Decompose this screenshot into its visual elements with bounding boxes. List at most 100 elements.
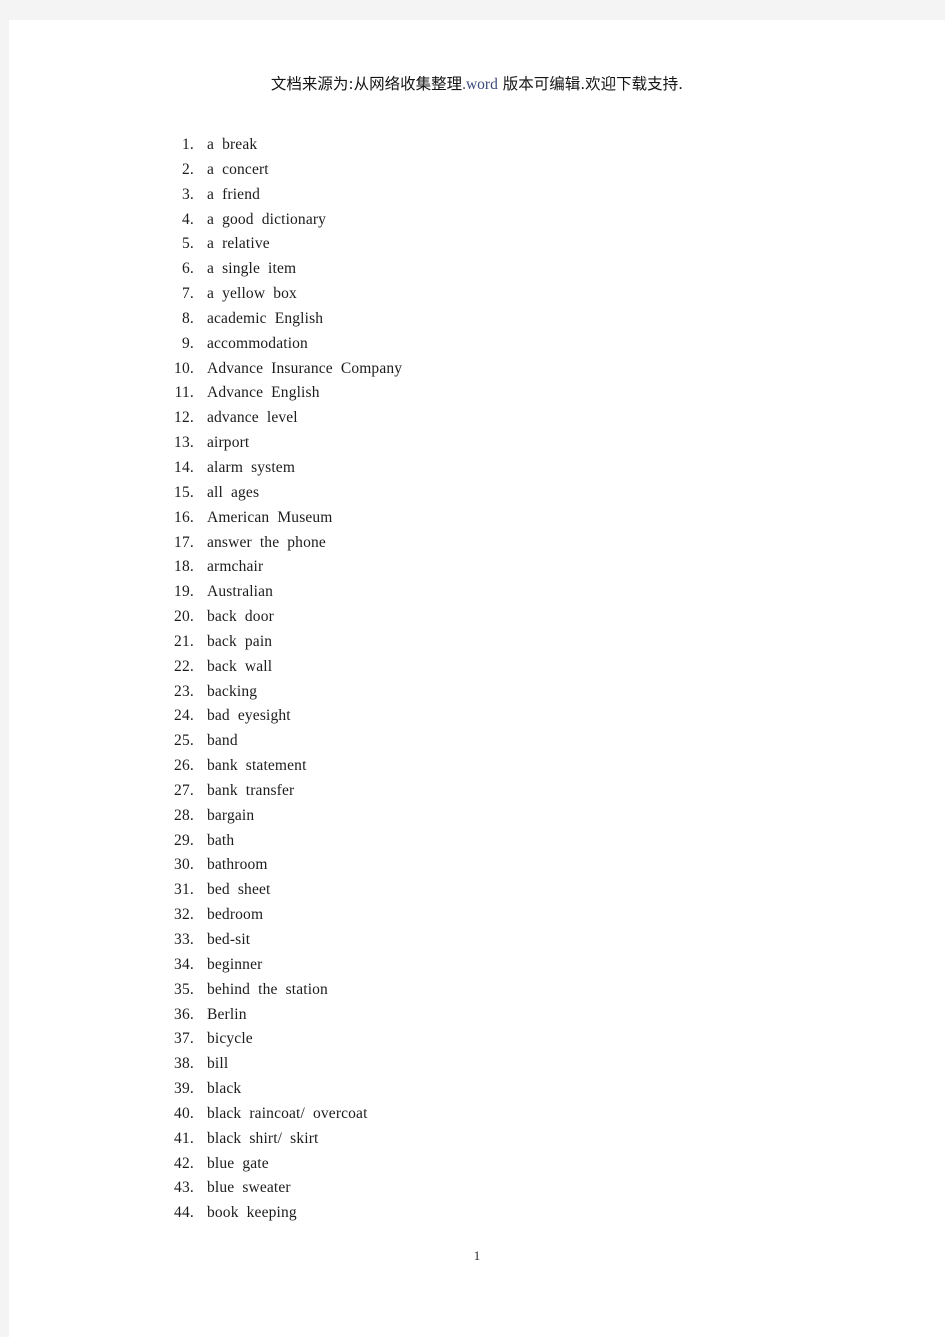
list-item: 10. Advance Insurance Company [9,360,945,385]
list-item-text: answer the phone [207,533,326,551]
list-item-text: bedroom [207,906,264,924]
list-item: 4. a good dictionary [9,211,945,236]
list-item-number: 8. [181,309,194,327]
list-item-number: 40. [174,1104,194,1122]
list-item: 1. a break [9,136,945,161]
list-item: 12. advance level [9,409,945,434]
list-item-text: blue gate [207,1154,269,1172]
list-item-number: 2. [181,160,194,178]
document-page: 文档来源为:从网络收集整理.word 版本可编辑.欢迎下载支持. 1. a bre… [9,20,945,1337]
list-item-text: back door [207,608,274,626]
list-item: 31. bed sheet [9,881,945,906]
list-item: 7. a yellow box [9,285,945,310]
list-item-number: 36. [174,1005,194,1023]
list-item: 17. answer the phone [9,534,945,559]
list-item: 22. back wall [9,658,945,683]
list-item-text: Advance English [207,384,320,402]
list-item-number: 7. [181,285,194,303]
list-item-text: band [207,732,238,750]
list-item: 37. bicycle [9,1030,945,1055]
list-item-number: 14. [174,458,194,476]
list-item-number: 23. [174,682,194,700]
list-item-number: 28. [174,806,194,824]
list-item-text: bank statement [207,757,307,775]
source-notice-chinese: 文档来源为:从网络收集整理 [270,75,463,93]
list-item-number: 29. [174,831,194,849]
list-item-number: 30. [174,856,194,874]
source-notice-banner: 文档来源为:从网络收集整理.word 版本可编辑.欢迎下载支持. [9,74,945,95]
list-item: 30. bathroom [9,856,945,881]
list-item-text: academic English [207,309,324,327]
list-item-number: 9. [181,334,194,352]
list-item: 18. armchair [9,558,945,583]
list-item: 43. blue sweater [9,1179,945,1204]
list-item-number: 3. [181,185,194,203]
list-item-text: back wall [207,657,273,675]
list-item-number: 16. [174,508,194,526]
list-item-number: 27. [174,781,194,799]
list-item: 26. bank statement [9,757,945,782]
vocabulary-list: 1. a break 2. a concert 3. a friend 4. a good d… [9,136,945,1229]
list-item-text: a relative [207,235,270,253]
list-item-number: 25. [174,732,194,750]
list-item-number: 17. [174,533,194,551]
list-item-number: 26. [174,757,194,775]
list-item-number: 43. [174,1179,194,1197]
list-item-number: 37. [174,1030,194,1048]
list-item-text: Australian [207,583,274,601]
list-item-number: 31. [174,881,194,899]
list-item-number: 32. [174,906,194,924]
list-item: 44. book keeping [9,1204,945,1229]
list-item-number: 41. [174,1129,194,1147]
list-item: 25. band [9,732,945,757]
list-item-text: alarm system [207,458,296,476]
list-item: 34. beginner [9,956,945,981]
source-notice-editable-text: 版本可编辑.欢迎下载支持. [497,75,684,93]
list-item: 16. American Museum [9,509,945,534]
list-item-text: a friend [207,185,260,203]
list-item-number: 1. [181,136,194,153]
list-item-text: armchair [207,558,264,576]
list-item-number: 38. [174,1055,194,1073]
list-item-number: 34. [174,955,194,973]
list-item: 21. back pain [9,633,945,658]
list-item-text: black raincoat/ overcoat [207,1104,368,1122]
list-item-text: all ages [207,483,260,501]
list-item: 8. academic English [9,310,945,335]
list-item: 40. black raincoat/ overcoat [9,1105,945,1130]
list-item-text: accommodation [207,334,308,352]
list-item-number: 13. [174,434,194,452]
list-item: 28. bargain [9,807,945,832]
list-item-number: 24. [174,707,194,725]
list-item-number: 12. [174,409,194,427]
list-item-text: behind the station [207,980,328,998]
list-item-number: 22. [174,657,194,675]
list-item-text: American Museum [207,508,333,526]
list-item: 13. airport [9,434,945,459]
list-item-text: bank transfer [207,781,295,799]
list-item-text: beginner [207,955,263,973]
list-item-number: 10. [174,359,194,377]
source-notice-word-label: .word [462,76,498,93]
list-item: 3. a friend [9,186,945,211]
list-item-number: 19. [174,583,194,601]
list-item: 23. backing [9,683,945,708]
list-item-text: backing [207,682,258,700]
list-item-text: a concert [207,160,269,178]
list-item: 20. back door [9,608,945,633]
list-item-text: a break [207,136,258,153]
list-item-text: bill [207,1055,229,1073]
list-item: 9. accommodation [9,335,945,360]
list-item-text: bad eyesight [207,707,291,725]
list-item-text: bicycle [207,1030,253,1048]
list-item-number: 11. [174,384,194,402]
list-item-number: 42. [174,1154,194,1172]
list-item: 5. a relative [9,235,945,260]
list-item-text: bath [207,831,235,849]
list-item-number: 5. [181,235,194,253]
list-item-number: 21. [174,632,194,650]
list-item-text: a yellow box [207,285,297,303]
list-item: 27. bank transfer [9,782,945,807]
list-item-number: 39. [174,1080,194,1098]
list-item-text: Advance Insurance Company [207,359,403,377]
